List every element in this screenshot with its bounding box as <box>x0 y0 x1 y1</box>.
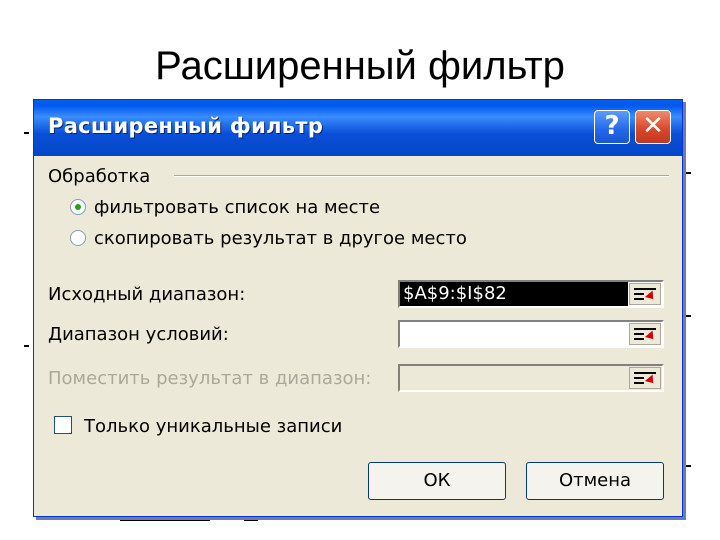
radio-button[interactable] <box>70 199 86 215</box>
unique-records-checkbox[interactable] <box>54 416 72 434</box>
unique-records-label[interactable]: Только уникальные записи <box>84 416 342 437</box>
copy-to-input <box>398 364 664 392</box>
radio-button[interactable] <box>70 230 86 246</box>
background-cell-fragment <box>686 465 691 467</box>
group-divider <box>174 175 669 177</box>
collapse-line <box>634 298 644 300</box>
copy-to-label: Поместить результат в диапазон: <box>48 368 372 389</box>
collapse-line <box>634 338 644 340</box>
collapse-line <box>634 372 656 374</box>
collapse-line <box>634 293 644 295</box>
list-range-label: Исходный диапазон: <box>48 284 246 305</box>
background-cell-fragment <box>686 172 691 174</box>
background-cell-fragment <box>120 519 210 521</box>
group-label: Обработка <box>48 166 151 187</box>
criteria-range-input[interactable] <box>398 320 664 348</box>
radio-dot <box>75 204 81 210</box>
background-cell-fragment <box>24 132 29 134</box>
collapse-arrow <box>644 290 658 303</box>
background-cell-fragment <box>686 315 691 317</box>
advanced-filter-dialog: Расширенный фильтр ? ✕ Обработка фильтро… <box>33 99 683 517</box>
collapse-line <box>634 333 644 335</box>
dialog-title: Расширенный фильтр <box>48 114 324 138</box>
background-cell-fragment <box>244 519 258 521</box>
collapse-range-icon[interactable] <box>629 283 661 305</box>
background-cell-fragment <box>24 345 29 347</box>
collapse-line <box>634 288 656 290</box>
collapse-arrow <box>644 330 658 343</box>
title-bar[interactable]: Расширенный фильтр ? ✕ <box>34 100 682 156</box>
slide-title: Расширенный фильтр <box>155 44 565 88</box>
collapse-line <box>634 328 656 330</box>
collapse-range-icon[interactable] <box>629 323 661 345</box>
list-range-input[interactable]: $A$9:$I$82 <box>398 280 664 308</box>
ok-button[interactable]: ОК <box>368 462 506 500</box>
collapse-arrow <box>644 374 658 387</box>
help-icon[interactable]: ? <box>594 110 630 144</box>
collapse-line <box>634 377 644 379</box>
collapse-range-icon <box>629 367 661 389</box>
cancel-button[interactable]: Отмена <box>526 462 664 500</box>
close-icon[interactable]: ✕ <box>635 110 671 144</box>
radio-label-filter-in-place[interactable]: фильтровать список на месте <box>94 197 380 218</box>
list-range-value[interactable]: $A$9:$I$82 <box>400 282 628 306</box>
criteria-range-label: Диапазон условий: <box>48 324 229 345</box>
collapse-line <box>634 382 644 384</box>
radio-label-copy-elsewhere[interactable]: скопировать результат в другое место <box>94 228 467 249</box>
